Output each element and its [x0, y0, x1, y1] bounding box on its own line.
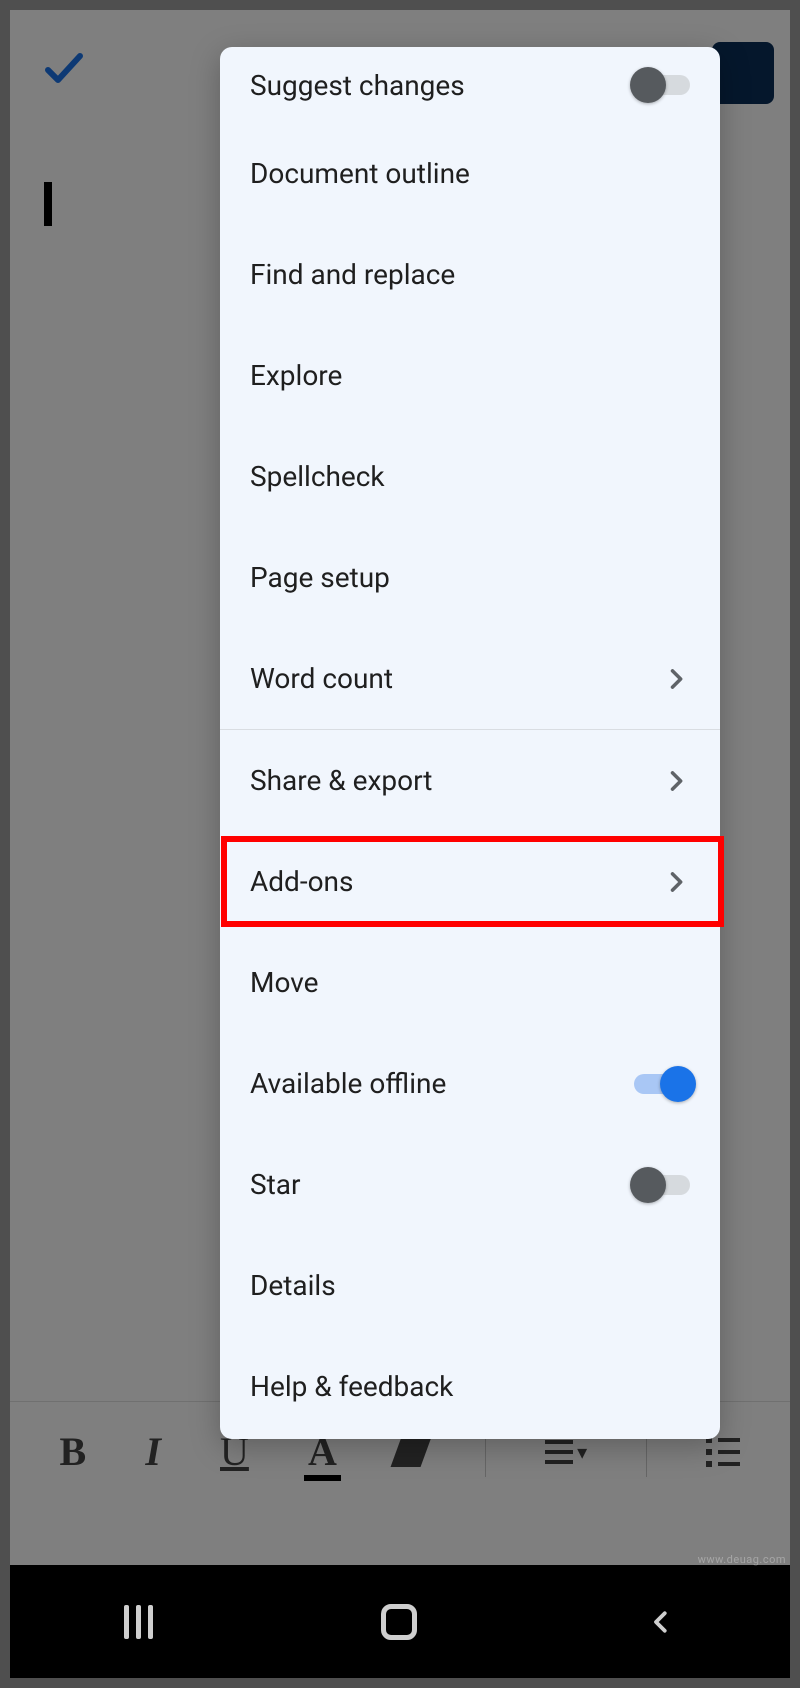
menu-item-share-export[interactable]: Share & export: [220, 730, 720, 831]
chevron-right-icon: [662, 665, 690, 693]
menu-item-available-offline[interactable]: Available offline: [220, 1033, 720, 1134]
menu-item-move[interactable]: Move: [220, 932, 720, 1033]
menu-item-label: Help & feedback: [250, 1370, 690, 1403]
nav-back-button[interactable]: [646, 1607, 676, 1637]
menu-item-label: Move: [250, 966, 690, 999]
menu-item-label: Spellcheck: [250, 460, 690, 493]
menu-item-label: Share & export: [250, 764, 662, 797]
menu-item-details[interactable]: Details: [220, 1235, 720, 1336]
menu-item-label: Explore: [250, 359, 690, 392]
menu-item-page-setup[interactable]: Page setup: [220, 527, 720, 628]
menu-item-label: Details: [250, 1269, 690, 1302]
overflow-menu: Suggest changes Document outline Find an…: [220, 47, 720, 1439]
menu-item-star[interactable]: Star: [220, 1134, 720, 1235]
menu-item-suggest-changes[interactable]: Suggest changes: [220, 47, 720, 123]
menu-item-explore[interactable]: Explore: [220, 325, 720, 426]
watermark-text: www.deuag.com: [698, 1553, 786, 1566]
menu-item-label: Page setup: [250, 561, 690, 594]
menu-item-label: Add-ons: [250, 865, 662, 898]
nav-home-button[interactable]: [381, 1604, 417, 1640]
menu-item-label: Find and replace: [250, 258, 690, 291]
chevron-right-icon: [662, 767, 690, 795]
nav-recents-button[interactable]: [124, 1605, 153, 1639]
menu-item-label: Suggest changes: [250, 69, 634, 102]
menu-item-spellcheck[interactable]: Spellcheck: [220, 426, 720, 527]
menu-item-label: Available offline: [250, 1067, 634, 1100]
android-navigation-bar: [10, 1565, 790, 1678]
suggest-changes-toggle[interactable]: [634, 75, 690, 95]
menu-item-label: Word count: [250, 662, 662, 695]
menu-item-word-count[interactable]: Word count: [220, 628, 720, 729]
menu-item-help-feedback[interactable]: Help & feedback: [220, 1336, 720, 1437]
menu-item-document-outline[interactable]: Document outline: [220, 123, 720, 224]
chevron-right-icon: [662, 868, 690, 896]
star-toggle[interactable]: [634, 1175, 690, 1195]
menu-item-add-ons[interactable]: Add-ons: [220, 831, 720, 932]
available-offline-toggle[interactable]: [634, 1074, 690, 1094]
menu-item-label: Star: [250, 1168, 634, 1201]
menu-item-find-replace[interactable]: Find and replace: [220, 224, 720, 325]
menu-item-label: Document outline: [250, 157, 690, 190]
